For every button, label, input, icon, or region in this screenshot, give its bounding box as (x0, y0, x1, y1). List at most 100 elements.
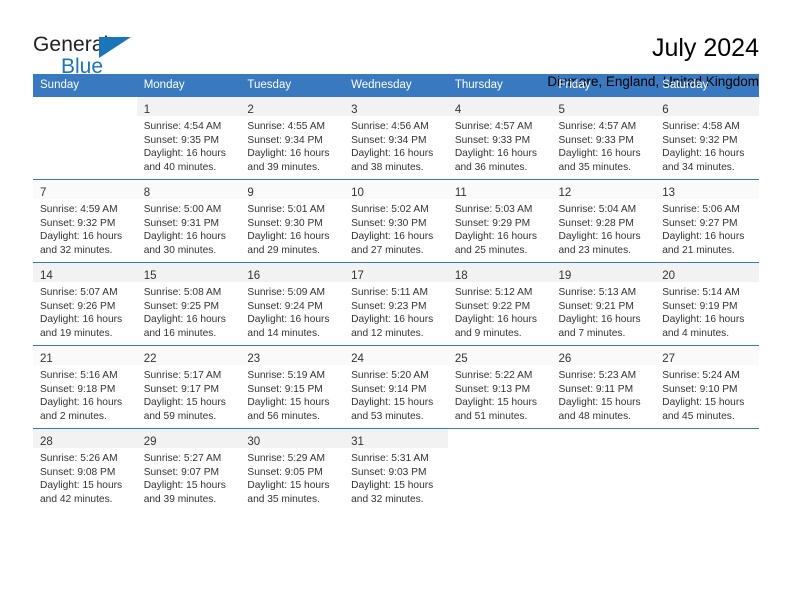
calendar-day-cell[interactable]: 31 Sunrise: 5:31 AM Sunset: 9:03 PM Dayligh… (344, 428, 448, 511)
daylight-text-line2: and 36 minutes. (454, 161, 528, 173)
sunrise-text: Sunrise: 5:20 AM (351, 370, 429, 381)
day-number-band: 21 (33, 346, 137, 365)
calendar-day-cell[interactable]: 6 Sunrise: 4:58 AM Sunset: 9:32 PM Daylight… (655, 96, 759, 180)
day-number: 17 (351, 270, 364, 282)
daylight-text-line2: and 35 minutes. (247, 493, 320, 505)
calendar-day-cell[interactable]: 2 Sunrise: 4:55 AM Sunset: 9:34 PM Daylight… (240, 96, 345, 180)
sunrise-text: Sunrise: 5:03 AM (454, 204, 533, 215)
day-details: Sunrise: 5:11 AM Sunset: 9:23 PM Daylight:… (344, 282, 448, 340)
day-details: Sunrise: 5:13 AM Sunset: 9:21 PM Daylight:… (552, 282, 656, 340)
calendar-day-cell[interactable]: 19 Sunrise: 5:13 AM Sunset: 9:21 PM Dayligh… (551, 262, 656, 346)
calendar-day-cell[interactable]: 17 Sunrise: 5:11 AM Sunset: 9:23 PM Dayligh… (344, 262, 448, 346)
calendar-day-cell[interactable]: 30 Sunrise: 5:29 AM Sunset: 9:05 PM Dayligh… (240, 428, 345, 511)
calendar-week-row: 28 Sunrise: 5:26 AM Sunset: 9:08 PM Dayligh… (33, 428, 759, 511)
calendar-day-cell[interactable]: 5 Sunrise: 4:57 AM Sunset: 9:33 PM Daylight… (551, 96, 656, 180)
calendar-day-cell[interactable]: 1 Sunrise: 4:54 AM Sunset: 9:35 PM Daylight… (136, 96, 241, 180)
daylight-text-line1: Daylight: 15 hours (247, 480, 330, 492)
sunset-text: Sunset: 9:26 PM (40, 300, 116, 312)
calendar-day-cell[interactable]: 3 Sunrise: 4:56 AM Sunset: 9:34 PM Daylight… (344, 96, 448, 180)
day-details: Sunrise: 4:58 AM Sunset: 9:32 PM Daylight:… (655, 116, 759, 174)
day-details: Sunrise: 4:55 AM Sunset: 9:34 PM Daylight:… (240, 116, 344, 174)
calendar-day-cell[interactable]: 29 Sunrise: 5:27 AM Sunset: 9:07 PM Dayligh… (136, 428, 241, 511)
calendar-day-cell[interactable]: 11 Sunrise: 5:03 AM Sunset: 9:29 PM Dayligh… (447, 179, 552, 263)
day-number-band: 6 (655, 97, 759, 116)
sunrise-text: Sunrise: 5:12 AM (454, 287, 533, 298)
daylight-text-line1: Daylight: 16 hours (351, 231, 434, 243)
sunrise-text: Sunrise: 4:54 AM (143, 121, 222, 132)
daylight-text-line1: Daylight: 16 hours (454, 148, 537, 160)
day-details: Sunrise: 4:57 AM Sunset: 9:33 PM Daylight:… (448, 116, 552, 174)
calendar-day-cell[interactable]: 23 Sunrise: 5:19 AM Sunset: 9:15 PM Dayligh… (240, 345, 345, 429)
daylight-text-line2: and 40 minutes. (143, 161, 217, 173)
day-number-band: 19 (551, 263, 656, 282)
daylight-text-line2: and 23 minutes. (558, 244, 632, 256)
daylight-text-line2: and 7 minutes. (558, 327, 626, 339)
day-details: Sunrise: 4:56 AM Sunset: 9:34 PM Daylight:… (344, 116, 448, 174)
sunrise-sunset-calendar: Sunday Monday Tuesday Wednesday Thursday Frid… (33, 74, 759, 511)
calendar-day-cell[interactable]: 26 Sunrise: 5:23 AM Sunset: 9:11 PM Dayligh… (551, 345, 656, 429)
calendar-day-cell[interactable]: 12 Sunrise: 5:04 AM Sunset: 9:28 PM Dayligh… (551, 179, 656, 263)
calendar-day-cell[interactable]: 14 Sunrise: 5:07 AM Sunset: 9:26 PM Dayligh… (33, 262, 137, 346)
sunset-text: Sunset: 9:19 PM (662, 300, 738, 312)
daylight-text-line1: Daylight: 16 hours (247, 231, 330, 243)
sunset-text: Sunset: 9:17 PM (143, 383, 220, 395)
calendar-day-cell[interactable]: 21 Sunrise: 5:16 AM Sunset: 9:18 PM Dayligh… (33, 345, 137, 429)
daylight-text-line2: and 51 minutes. (454, 410, 528, 422)
calendar-day-cell[interactable]: 24 Sunrise: 5:20 AM Sunset: 9:14 PM Dayligh… (344, 345, 448, 429)
calendar-week-row: 7 Sunrise: 4:59 AM Sunset: 9:32 PM Daylight… (33, 179, 759, 263)
sunset-text: Sunset: 9:05 PM (247, 466, 323, 478)
daylight-text-line2: and 39 minutes. (143, 493, 217, 505)
logo-text-blue: Blue (61, 55, 104, 78)
calendar-day-cell[interactable]: 10 Sunrise: 5:02 AM Sunset: 9:30 PM Dayligh… (344, 179, 448, 263)
daylight-text-line1: Daylight: 16 hours (558, 314, 641, 326)
sunset-text: Sunset: 9:24 PM (247, 300, 323, 312)
weekday-header-thursday: Thursday (447, 74, 552, 97)
daylight-text-line1: Daylight: 16 hours (247, 314, 330, 326)
day-details: Sunrise: 5:04 AM Sunset: 9:28 PM Daylight:… (552, 199, 656, 257)
general-blue-logo[interactable]: General Blue (33, 34, 153, 80)
calendar-day-cell[interactable]: 20 Sunrise: 5:14 AM Sunset: 9:19 PM Dayligh… (655, 262, 759, 346)
day-number-band: 27 (655, 346, 759, 365)
weekday-header-wednesday: Wednesday (344, 74, 448, 97)
calendar-day-cell[interactable]: 16 Sunrise: 5:09 AM Sunset: 9:24 PM Dayligh… (240, 262, 345, 346)
daylight-text-line1: Daylight: 15 hours (662, 397, 745, 409)
daylight-text-line1: Daylight: 15 hours (351, 397, 434, 409)
daylight-text-line1: Daylight: 16 hours (662, 148, 745, 160)
day-number: 28 (40, 436, 53, 448)
calendar-day-cell[interactable]: 25 Sunrise: 5:22 AM Sunset: 9:13 PM Dayligh… (447, 345, 552, 429)
daylight-text-line2: and 12 minutes. (351, 327, 424, 339)
calendar-day-cell[interactable]: 4 Sunrise: 4:57 AM Sunset: 9:33 PM Daylight… (447, 96, 552, 180)
calendar-day-cell[interactable]: 15 Sunrise: 5:08 AM Sunset: 9:25 PM Dayligh… (136, 262, 241, 346)
sunset-text: Sunset: 9:07 PM (143, 466, 220, 478)
day-details: Sunrise: 5:29 AM Sunset: 9:05 PM Daylight:… (240, 448, 344, 506)
day-details: Sunrise: 5:09 AM Sunset: 9:24 PM Daylight:… (240, 282, 344, 340)
calendar-day-cell[interactable]: 28 Sunrise: 5:26 AM Sunset: 9:08 PM Dayligh… (33, 428, 137, 511)
calendar-day-cell[interactable]: 22 Sunrise: 5:17 AM Sunset: 9:17 PM Dayligh… (136, 345, 241, 429)
day-number: 2 (247, 104, 254, 116)
calendar-day-cell[interactable]: 8 Sunrise: 5:00 AM Sunset: 9:31 PM Daylight… (136, 179, 241, 263)
daylight-text-line1: Daylight: 16 hours (143, 314, 226, 326)
daylight-text-line2: and 56 minutes. (247, 410, 320, 422)
day-number-band: 16 (240, 263, 345, 282)
daylight-text-line2: and 25 minutes. (454, 244, 528, 256)
daylight-text-line1: Daylight: 16 hours (351, 148, 434, 160)
day-number: 12 (558, 187, 572, 199)
day-number-band: 18 (447, 263, 552, 282)
daylight-text-line2: and 39 minutes. (247, 161, 320, 173)
sunset-text: Sunset: 9:34 PM (351, 134, 427, 146)
calendar-day-cell[interactable]: 18 Sunrise: 5:12 AM Sunset: 9:22 PM Dayligh… (447, 262, 552, 346)
sunrise-text: Sunrise: 5:13 AM (558, 287, 637, 298)
sunrise-text: Sunrise: 5:16 AM (40, 370, 118, 381)
calendar-day-cell[interactable]: 13 Sunrise: 5:06 AM Sunset: 9:27 PM Dayligh… (655, 179, 759, 263)
sunset-text: Sunset: 9:15 PM (247, 383, 323, 395)
sunset-text: Sunset: 9:33 PM (558, 134, 634, 146)
calendar-day-cell[interactable]: 7 Sunrise: 4:59 AM Sunset: 9:32 PM Daylight… (33, 179, 137, 263)
day-number-band: 1 (136, 97, 241, 116)
page-header: General Blue July 2024 Dinmore, England,… (33, 0, 759, 89)
calendar-day-cell[interactable]: 27 Sunrise: 5:24 AM Sunset: 9:10 PM Dayligh… (655, 345, 759, 429)
sunset-text: Sunset: 9:22 PM (454, 300, 531, 312)
page-title: July 2024 (651, 34, 759, 62)
calendar-day-cell[interactable]: 9 Sunrise: 5:01 AM Sunset: 9:30 PM Daylight… (240, 179, 345, 263)
day-details: Sunrise: 5:03 AM Sunset: 9:29 PM Daylight:… (448, 199, 552, 257)
daylight-text-line1: Daylight: 15 hours (40, 480, 123, 492)
